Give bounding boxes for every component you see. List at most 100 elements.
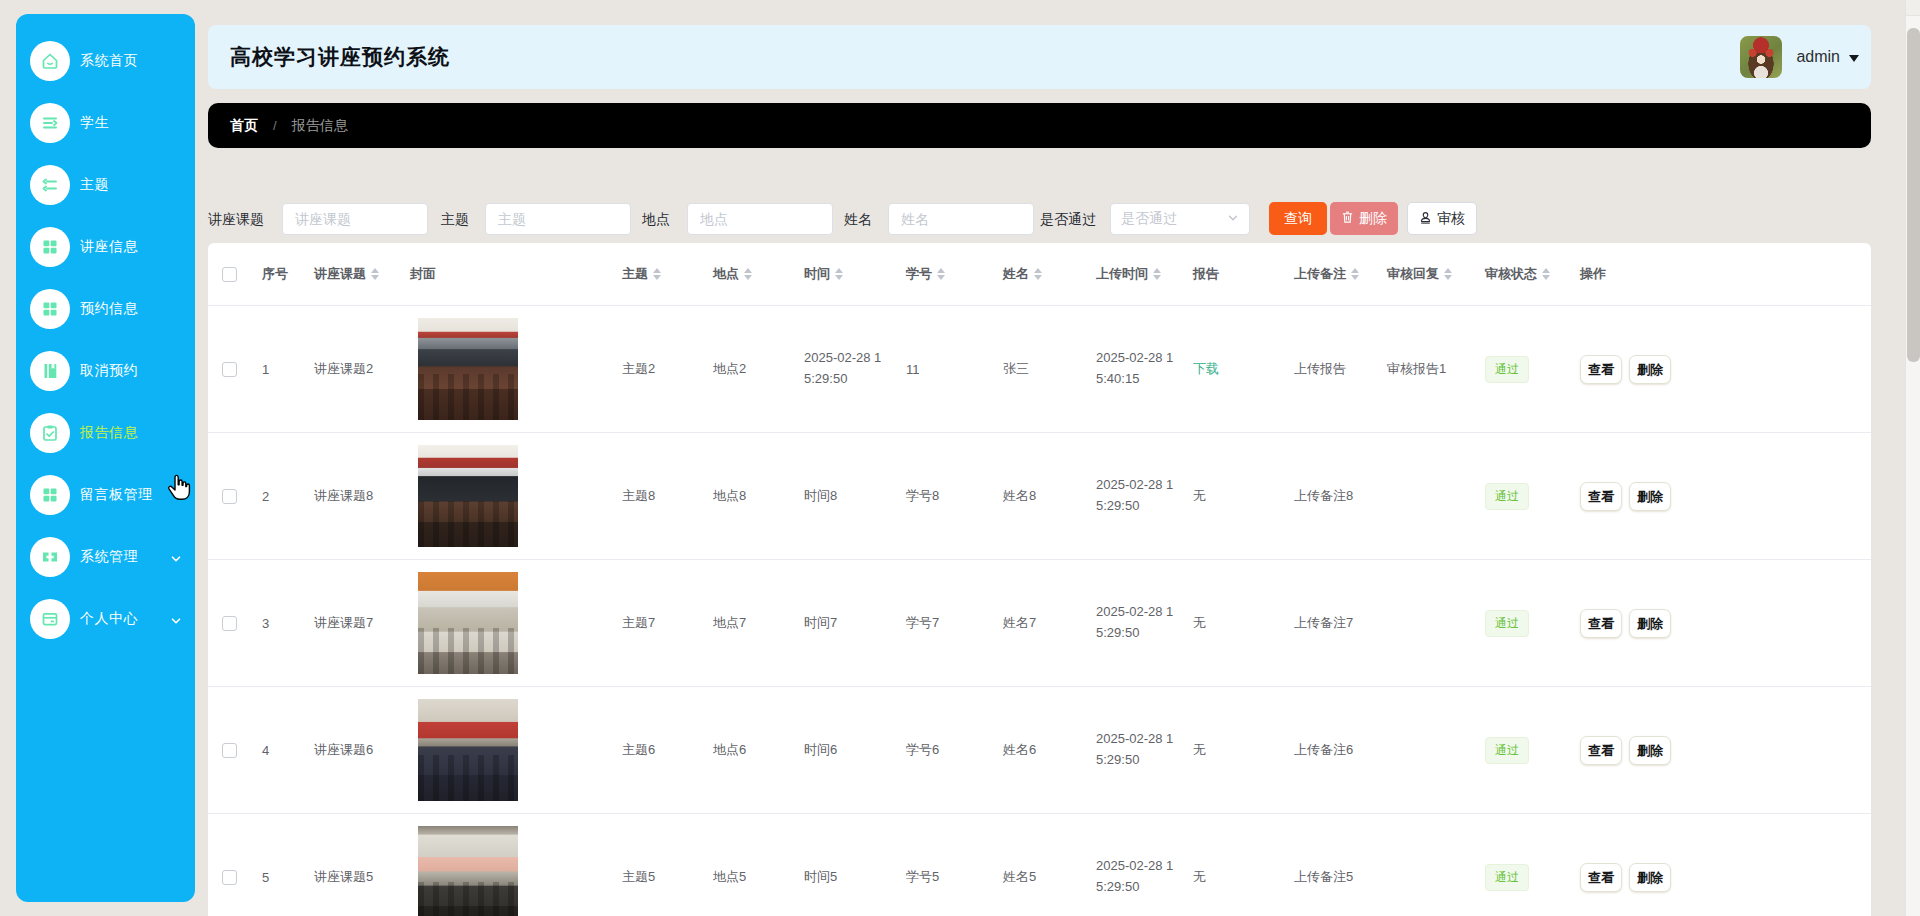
clipboard-check-icon <box>30 413 70 453</box>
sidebar-item-4[interactable]: 讲座信息 <box>16 216 195 278</box>
sidebar-item-label: 预约信息 <box>80 300 138 318</box>
row-delete-button[interactable]: 删除 <box>1629 736 1671 765</box>
page-scrollbar[interactable] <box>1905 0 1920 916</box>
view-button[interactable]: 查看 <box>1580 355 1622 384</box>
review-button[interactable]: 审核 <box>1407 202 1477 235</box>
sort-icon[interactable] <box>1034 268 1042 280</box>
filter-input-4[interactable] <box>888 203 1034 235</box>
breadcrumb-home[interactable]: 首页 <box>230 117 258 135</box>
query-button[interactable]: 查询 <box>1269 202 1327 235</box>
user-name[interactable]: admin <box>1796 48 1840 66</box>
sidebar-item-3[interactable]: 主题 <box>16 154 195 216</box>
filter-input-3[interactable] <box>687 203 833 235</box>
trash-icon <box>1341 210 1354 227</box>
column-header-审核状态[interactable]: 审核状态 <box>1485 265 1580 283</box>
view-button[interactable]: 查看 <box>1580 863 1622 892</box>
cell-index: 5 <box>250 870 314 885</box>
cell-time: 时间8 <box>804 486 884 507</box>
cell-index: 4 <box>250 743 314 758</box>
scrollbar-up-button[interactable] <box>1906 0 1920 16</box>
cell-report-download-link[interactable]: 下载 <box>1193 361 1219 376</box>
column-header-序号: 序号 <box>250 265 314 283</box>
select-caret-icon <box>1227 210 1239 228</box>
cell-theme: 主题6 <box>622 741 713 759</box>
filter-input-2[interactable] <box>485 203 631 235</box>
row-delete-button[interactable]: 删除 <box>1629 482 1671 511</box>
report-table: 序号讲座课题封面主题地点时间学号姓名上传时间报告上传备注审核回复审核状态操作 1… <box>208 243 1871 916</box>
pass-filter-select[interactable]: 是否通过 <box>1110 203 1250 235</box>
column-header-讲座课题[interactable]: 讲座课题 <box>314 265 410 283</box>
sidebar-item-5[interactable]: 预约信息 <box>16 278 195 340</box>
status-badge: 通过 <box>1485 737 1529 764</box>
cell-theme: 主题2 <box>622 360 713 378</box>
cell-time: 时间5 <box>804 867 884 888</box>
chevron-down-icon <box>170 613 182 631</box>
view-button[interactable]: 查看 <box>1580 736 1622 765</box>
cover-image <box>418 572 518 674</box>
sidebar-item-7[interactable]: 报告信息 <box>16 402 195 464</box>
table-row: 4讲座课题6主题6地点6时间6学号6姓名62025-02-28 15:29:50… <box>208 686 1871 813</box>
cell-remark: 上传备注8 <box>1294 487 1387 505</box>
row-checkbox[interactable] <box>222 870 237 885</box>
sort-icon[interactable] <box>1542 268 1550 280</box>
sort-icon[interactable] <box>371 268 379 280</box>
sidebar-item-label: 留言板管理 <box>80 486 153 504</box>
sort-icon[interactable] <box>1351 268 1359 280</box>
column-header-主题[interactable]: 主题 <box>622 265 713 283</box>
sort-icon[interactable] <box>1153 268 1161 280</box>
row-delete-button[interactable]: 删除 <box>1629 863 1671 892</box>
column-header-审核回复[interactable]: 审核回复 <box>1387 265 1485 283</box>
column-header-上传时间[interactable]: 上传时间 <box>1096 265 1193 283</box>
sidebar-item-6[interactable]: 取消预约 <box>16 340 195 402</box>
row-delete-button[interactable]: 删除 <box>1629 609 1671 638</box>
cell-theme: 主题8 <box>622 487 713 505</box>
cell-title: 讲座课题6 <box>314 741 410 759</box>
card-icon <box>30 599 70 639</box>
sort-icon[interactable] <box>835 268 843 280</box>
cell-index: 2 <box>250 489 314 504</box>
row-checkbox[interactable] <box>222 743 237 758</box>
column-header-姓名[interactable]: 姓名 <box>1003 265 1096 283</box>
delete-button[interactable]: 删除 <box>1330 202 1398 235</box>
row-checkbox[interactable] <box>222 489 237 504</box>
cell-time: 时间6 <box>804 740 884 761</box>
cell-name: 姓名5 <box>1003 868 1096 886</box>
sidebar-item-1[interactable]: 系统首页 <box>16 30 195 92</box>
user-avatar[interactable] <box>1740 36 1782 78</box>
row-delete-button[interactable]: 删除 <box>1629 355 1671 384</box>
cell-name: 姓名7 <box>1003 614 1096 632</box>
select-all-checkbox[interactable] <box>222 267 237 282</box>
scrollbar-thumb[interactable] <box>1907 28 1920 362</box>
row-checkbox[interactable] <box>222 362 237 377</box>
sidebar-item-2[interactable]: 学生 <box>16 92 195 154</box>
column-header-地点[interactable]: 地点 <box>713 265 804 283</box>
cell-upload-time: 2025-02-28 15:29:50 <box>1096 729 1176 771</box>
cell-remark: 上传备注7 <box>1294 614 1387 632</box>
view-button[interactable]: 查看 <box>1580 609 1622 638</box>
sort-icon[interactable] <box>653 268 661 280</box>
sort-icon[interactable] <box>937 268 945 280</box>
column-header-上传备注[interactable]: 上传备注 <box>1294 265 1387 283</box>
cell-upload-time: 2025-02-28 15:29:50 <box>1096 475 1176 517</box>
sidebar-item-10[interactable]: 个人中心 <box>16 588 195 650</box>
status-badge: 通过 <box>1485 864 1529 891</box>
filter-input-1[interactable] <box>282 203 428 235</box>
view-button[interactable]: 查看 <box>1580 482 1622 511</box>
column-header-时间[interactable]: 时间 <box>804 265 906 283</box>
row-checkbox[interactable] <box>222 616 237 631</box>
cell-student-no: 学号7 <box>906 614 1003 632</box>
column-header-操作: 操作 <box>1580 265 1871 283</box>
mouse-cursor-icon <box>166 474 193 503</box>
cell-name: 姓名6 <box>1003 741 1096 759</box>
sort-icon[interactable] <box>1444 268 1452 280</box>
cell-report: 无 <box>1193 488 1206 503</box>
cell-theme: 主题7 <box>622 614 713 632</box>
sidebar-item-9[interactable]: 系统管理 <box>16 526 195 588</box>
breadcrumb: 首页 / 报告信息 <box>208 103 1871 148</box>
filter-bar: 讲座课题主题地点姓名是否通过是否通过查询删除审核 <box>208 202 1871 236</box>
column-header-学号[interactable]: 学号 <box>906 265 1003 283</box>
sort-icon[interactable] <box>744 268 752 280</box>
user-menu-caret-icon[interactable] <box>1849 55 1859 67</box>
cell-upload-time: 2025-02-28 15:29:50 <box>1096 856 1176 898</box>
page-title: 高校学习讲座预约系统 <box>230 43 450 71</box>
